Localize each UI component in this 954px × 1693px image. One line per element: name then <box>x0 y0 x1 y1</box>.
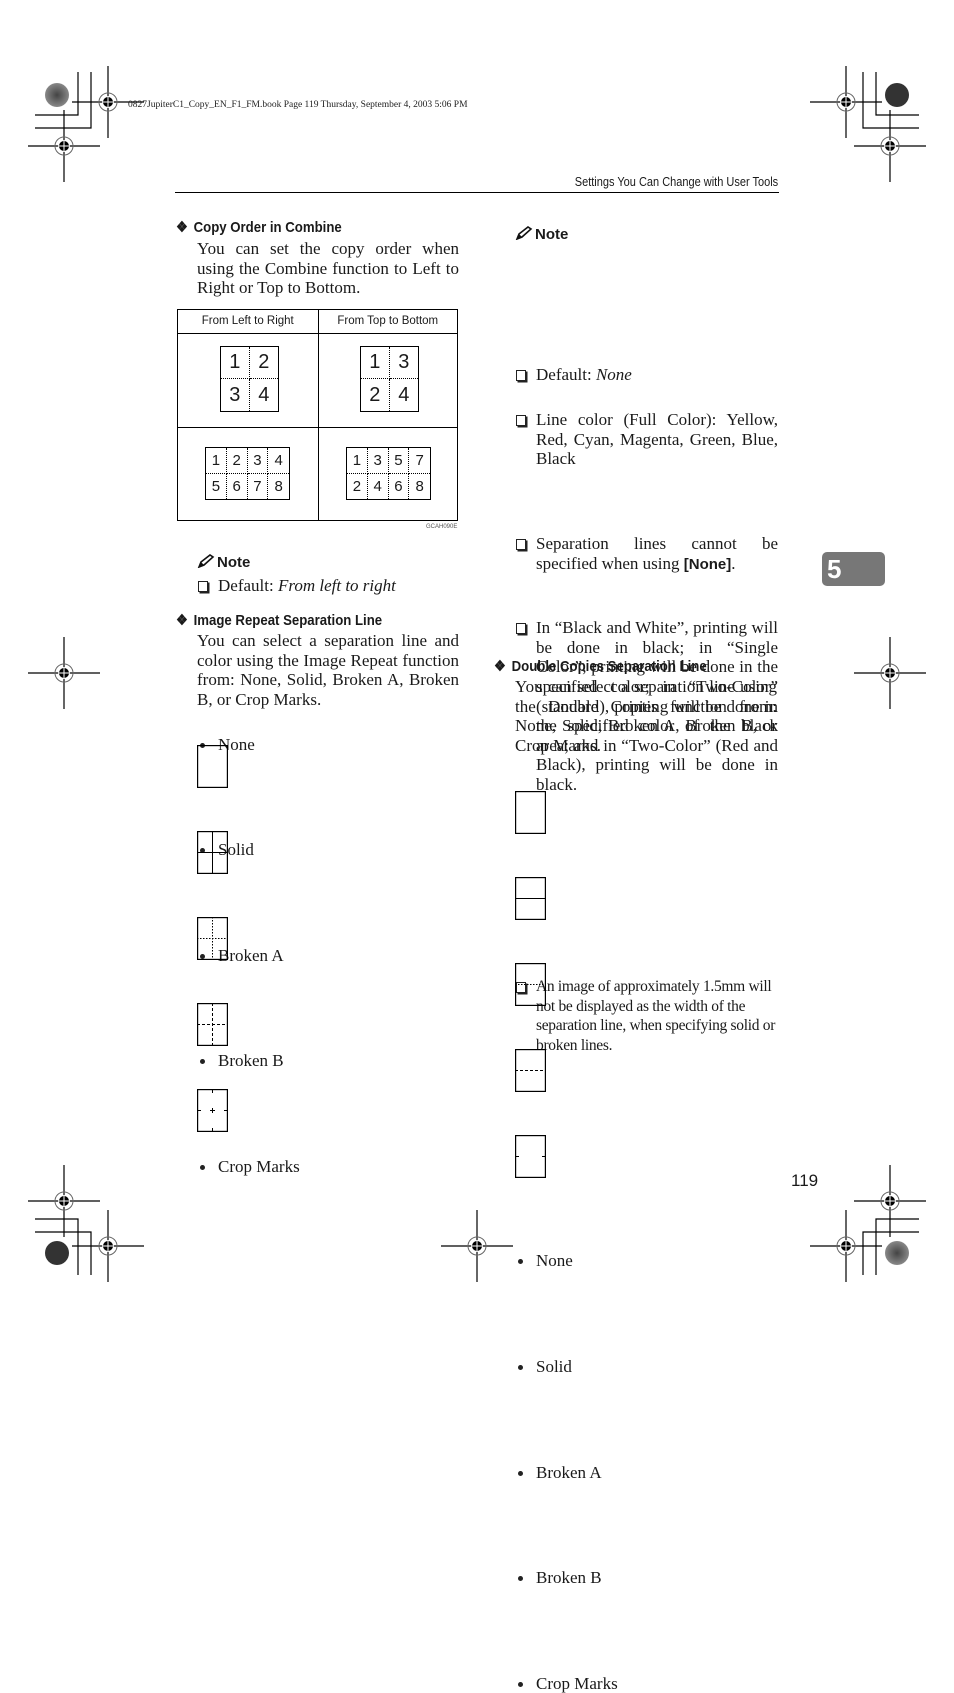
crosshair-mark-icon <box>27 1164 101 1238</box>
crosshair-mark-icon <box>27 109 101 183</box>
crosshair-mark-icon <box>440 1209 514 1283</box>
crosshair-mark-icon <box>809 65 883 139</box>
page-broken-b-hline-icon <box>515 1049 546 1092</box>
grid-ltr-4x2: 12345678 <box>205 447 290 500</box>
page-solid-cross-icon <box>197 831 228 874</box>
pencil-icon <box>197 554 215 568</box>
crosshair-mark-icon <box>71 1209 145 1283</box>
diamond-bullet-icon: ❖ <box>176 612 188 629</box>
page-none-icon <box>197 745 228 788</box>
figure-code: GCAH090E <box>426 524 458 530</box>
image-repeat-description: You can select a separation line and col… <box>197 631 459 709</box>
page-broken-a-cross-icon <box>197 917 228 960</box>
option-crop-marks: Crop Marks <box>515 1674 954 1693</box>
grid-ttb-2x2: 1324 <box>360 346 419 412</box>
page-number: 119 <box>791 1171 819 1190</box>
page-solid-hline-icon <box>515 877 546 920</box>
header-rule <box>175 192 779 193</box>
note-heading-right: Note <box>515 226 568 243</box>
option-broken-a: Broken A <box>515 1463 954 1483</box>
column-header-top-to-bottom: From Top to Bottom <box>337 315 439 327</box>
page-crop-marks-cross-icon <box>197 1089 228 1132</box>
book-info-line: 0827JupiterC1_Copy_EN_F1_FM.book Page 11… <box>128 100 468 110</box>
note-heading-left: Note <box>197 554 250 571</box>
option-broken-a: Broken A <box>197 946 954 966</box>
pencil-icon <box>515 226 533 240</box>
section-heading-image-repeat: ❖ Image Repeat Separation Line <box>176 612 383 629</box>
option-crop-marks: Crop Marks <box>197 1157 954 1177</box>
section-heading-double-copies: ❖ Double Copies Separation Line <box>494 658 707 675</box>
crosshair-mark-icon <box>809 1209 883 1283</box>
page-none-icon <box>515 791 546 834</box>
diamond-bullet-icon: ❖ <box>176 219 188 236</box>
column-header-left-to-right: From Left to Right <box>201 315 294 327</box>
option-none: None <box>515 1251 954 1271</box>
grid-ttb-4x2: 13572468 <box>346 447 431 500</box>
note-item-default-none: Default: None <box>515 365 954 385</box>
note-item-line-width: An image of approximately 1.5mm will not… <box>515 977 778 1055</box>
page-crop-marks-hline-icon <box>515 1135 546 1178</box>
crop-lines <box>35 72 919 1275</box>
color-target-icon <box>885 83 909 107</box>
note-item-line-color: Line color (Full Color): Yellow, Red, Cy… <box>515 410 778 469</box>
color-target-icon <box>45 1241 69 1265</box>
option-broken-b: Broken B <box>515 1568 954 1588</box>
running-head: Settings You Can Change with User Tools <box>574 175 778 189</box>
option-solid: Solid <box>515 1357 954 1377</box>
diamond-bullet-icon: ❖ <box>494 658 506 675</box>
crosshair-mark-icon <box>853 109 927 183</box>
page-broken-a-hline-icon <box>515 963 546 1006</box>
chapter-tab: 5 <box>822 552 885 586</box>
registration-marks <box>27 65 927 1283</box>
note-item-separation-none: Separation lines cannot be specified whe… <box>515 534 778 574</box>
grid-ltr-2x2: 1234 <box>220 346 279 412</box>
page-broken-b-cross-icon <box>197 1003 228 1046</box>
option-solid: Solid <box>197 840 954 860</box>
color-target-icon <box>45 83 69 107</box>
combine-order-figure: From Left to Right From Top to Bottom 12… <box>177 309 458 521</box>
crosshair-mark-icon <box>27 636 101 710</box>
section-heading-copy-order: ❖ Copy Order in Combine <box>176 219 342 236</box>
crosshair-mark-icon <box>853 636 927 710</box>
double-copies-description: You can select a separation line using t… <box>515 677 777 755</box>
copy-order-description: You can set the copy order when using th… <box>197 239 459 298</box>
